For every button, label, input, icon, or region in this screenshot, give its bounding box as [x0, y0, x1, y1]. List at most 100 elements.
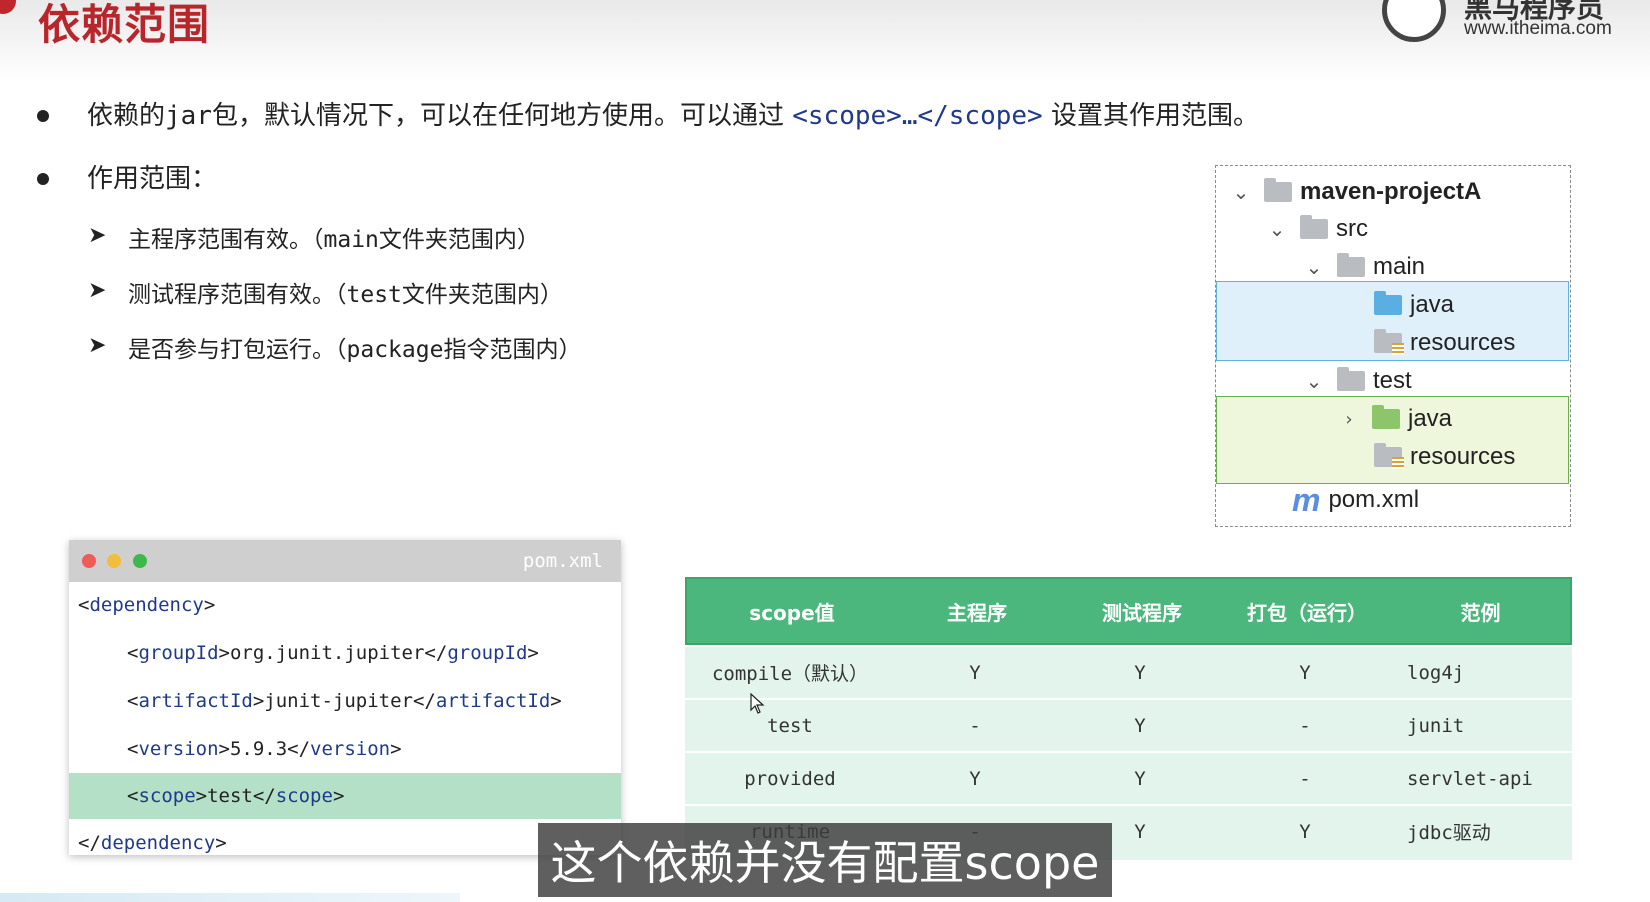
page-title: 依赖范围 — [38, 0, 211, 49]
table-row: provided Y Y - servlet-api — [685, 751, 1572, 804]
code-window-titlebar: pom.xml — [69, 540, 621, 582]
table-cell: Y — [1299, 661, 1311, 684]
folder-icon — [1300, 215, 1328, 239]
chevron-right-icon[interactable]: › — [1340, 409, 1358, 430]
table-cell: Y — [1134, 767, 1146, 790]
brand-logo: 黑马程序员 www.itheima.com — [1382, 0, 1650, 48]
header-cell: 主程序 — [947, 600, 1007, 625]
code-filename: pom.xml — [522, 550, 603, 572]
bullet-dot — [37, 173, 49, 185]
bullet-dot — [37, 110, 49, 122]
chevron-down-icon[interactable]: ⌄ — [1305, 255, 1323, 279]
table-cell: Y — [1134, 661, 1146, 684]
table-cell: - — [1299, 767, 1311, 790]
bullet-scope-heading: 作用范围： — [87, 164, 218, 194]
bullet-text: 设置其作用范围。 — [1042, 101, 1259, 131]
bullet-text: 包，默认情况下，可以在任何地方使用。可以通过 — [211, 101, 793, 131]
table-cell: jdbc驱动 — [1407, 822, 1491, 844]
test-resources-folder-icon — [1374, 443, 1404, 469]
tree-node-label: test — [1373, 367, 1412, 394]
tree-node-main-java[interactable]: java — [1374, 287, 1454, 323]
header-cell: scope值 — [749, 600, 835, 625]
subitem-text: 文件夹范围内） — [378, 227, 540, 253]
video-subtitle: 这个依赖并没有配置scope — [538, 823, 1112, 897]
code-line-highlighted: <scope>test</scope> — [69, 773, 621, 819]
tree-node-main[interactable]: ⌄ main — [1305, 249, 1425, 285]
test-source-folder-icon — [1372, 405, 1400, 429]
chevron-down-icon[interactable]: ⌄ — [1305, 369, 1323, 393]
tree-node-main-resources[interactable]: resources — [1374, 325, 1515, 361]
tree-node-label: resources — [1410, 329, 1516, 356]
code-line: <artifactId>junit-jupiter</artifactId> — [127, 690, 562, 712]
table-row: compile（默认） Y Y Y log4j — [685, 645, 1572, 698]
table-cell: Y — [1134, 714, 1146, 737]
subitem-text: 指令范围内） — [443, 337, 582, 363]
tree-node-src[interactable]: ⌄ src — [1268, 211, 1368, 247]
bottom-decoration — [0, 893, 460, 902]
tree-node-label: java — [1408, 405, 1453, 432]
arrow-right-icon: ➤ — [88, 333, 107, 358]
table-cell: Y — [1299, 820, 1311, 843]
bullet-jar-word: jar — [165, 101, 212, 131]
table-cell: Y — [969, 661, 981, 684]
tree-node-test-java[interactable]: › java — [1340, 401, 1452, 437]
logo-url: www.itheima.com — [1464, 18, 1612, 39]
chevron-down-icon[interactable]: ⌄ — [1232, 180, 1250, 204]
source-folder-icon — [1374, 291, 1402, 315]
subitem-text: 是否参与打包运行。（ — [128, 337, 347, 363]
subitem-text: 主程序范围有效。（ — [128, 227, 324, 253]
table-cell: provided — [744, 767, 836, 790]
folder-icon — [1337, 253, 1365, 277]
table-cell: servlet-api — [1407, 767, 1533, 790]
code-line: <version>5.9.3</version> — [127, 738, 402, 760]
table-cell: compile（默认） — [711, 663, 869, 685]
maven-icon: m — [1292, 481, 1321, 518]
tree-node-test[interactable]: ⌄ test — [1305, 363, 1412, 399]
maximize-dot-icon — [133, 554, 147, 568]
table-row: test - Y - junit — [685, 698, 1572, 751]
tree-node-label: src — [1336, 215, 1368, 242]
header-cell: 打包（运行） — [1247, 600, 1367, 625]
tree-node-label: main — [1373, 253, 1426, 280]
tree-node-label: resources — [1410, 443, 1516, 470]
table-header: scope值 主程序 测试程序 打包（运行） 范例 — [685, 577, 1572, 645]
header-cell: 测试程序 — [1102, 600, 1182, 625]
bullet-text: 依赖的 — [87, 101, 166, 131]
table-cell: junit — [1407, 714, 1465, 737]
scope-tag-code: <scope>…</scope> — [792, 101, 1043, 131]
code-window: pom.xml <dependency> <groupId>org.junit.… — [69, 540, 621, 855]
tree-node-test-resources[interactable]: resources — [1374, 439, 1515, 475]
subitem-main: 主程序范围有效。（main文件夹范围内） — [128, 220, 540, 254]
scope-table: scope值 主程序 测试程序 打包（运行） 范例 compile（默认） Y … — [685, 577, 1572, 860]
project-tree: ⌄ maven-projectA ⌄ src ⌄ main java resou… — [1215, 165, 1571, 527]
table-cell: test — [767, 714, 813, 737]
header-cell: 范例 — [1460, 600, 1501, 625]
mouse-cursor-icon — [750, 693, 765, 714]
table-cell: log4j — [1407, 661, 1465, 684]
tree-node-pom[interactable]: m pom.xml — [1292, 482, 1419, 518]
arrow-right-icon: ➤ — [88, 223, 107, 248]
subitem-package: 是否参与打包运行。（package指令范围内） — [128, 330, 581, 364]
chevron-down-icon[interactable]: ⌄ — [1268, 217, 1286, 241]
folder-icon — [1337, 367, 1365, 391]
subitem-text: 文件夹范围内） — [401, 282, 563, 308]
subitem-keyword: test — [346, 282, 402, 308]
table-cell: - — [969, 714, 981, 737]
tree-node-label: pom.xml — [1328, 486, 1420, 513]
subitem-test: 测试程序范围有效。（test文件夹范围内） — [128, 275, 563, 309]
code-line: <dependency> — [78, 594, 216, 616]
code-line: <groupId>org.junit.jupiter</groupId> — [127, 642, 539, 664]
logo-horse-icon — [1382, 0, 1446, 42]
subitem-text: 测试程序范围有效。（ — [128, 282, 347, 308]
subitem-keyword: package — [346, 337, 444, 363]
tree-node-label: maven-projectA — [1300, 178, 1482, 205]
arrow-right-icon: ➤ — [88, 278, 107, 303]
tree-node-project[interactable]: ⌄ maven-projectA — [1232, 174, 1481, 210]
resources-folder-icon — [1374, 329, 1404, 355]
tree-node-label: java — [1410, 291, 1455, 318]
close-dot-icon — [82, 554, 96, 568]
table-cell: - — [1299, 714, 1311, 737]
bullet-jar-scope: 依赖的jar包，默认情况下，可以在任何地方使用。可以通过 <scope>…</s… — [87, 96, 1259, 136]
minimize-dot-icon — [107, 554, 121, 568]
table-cell: Y — [969, 767, 981, 790]
